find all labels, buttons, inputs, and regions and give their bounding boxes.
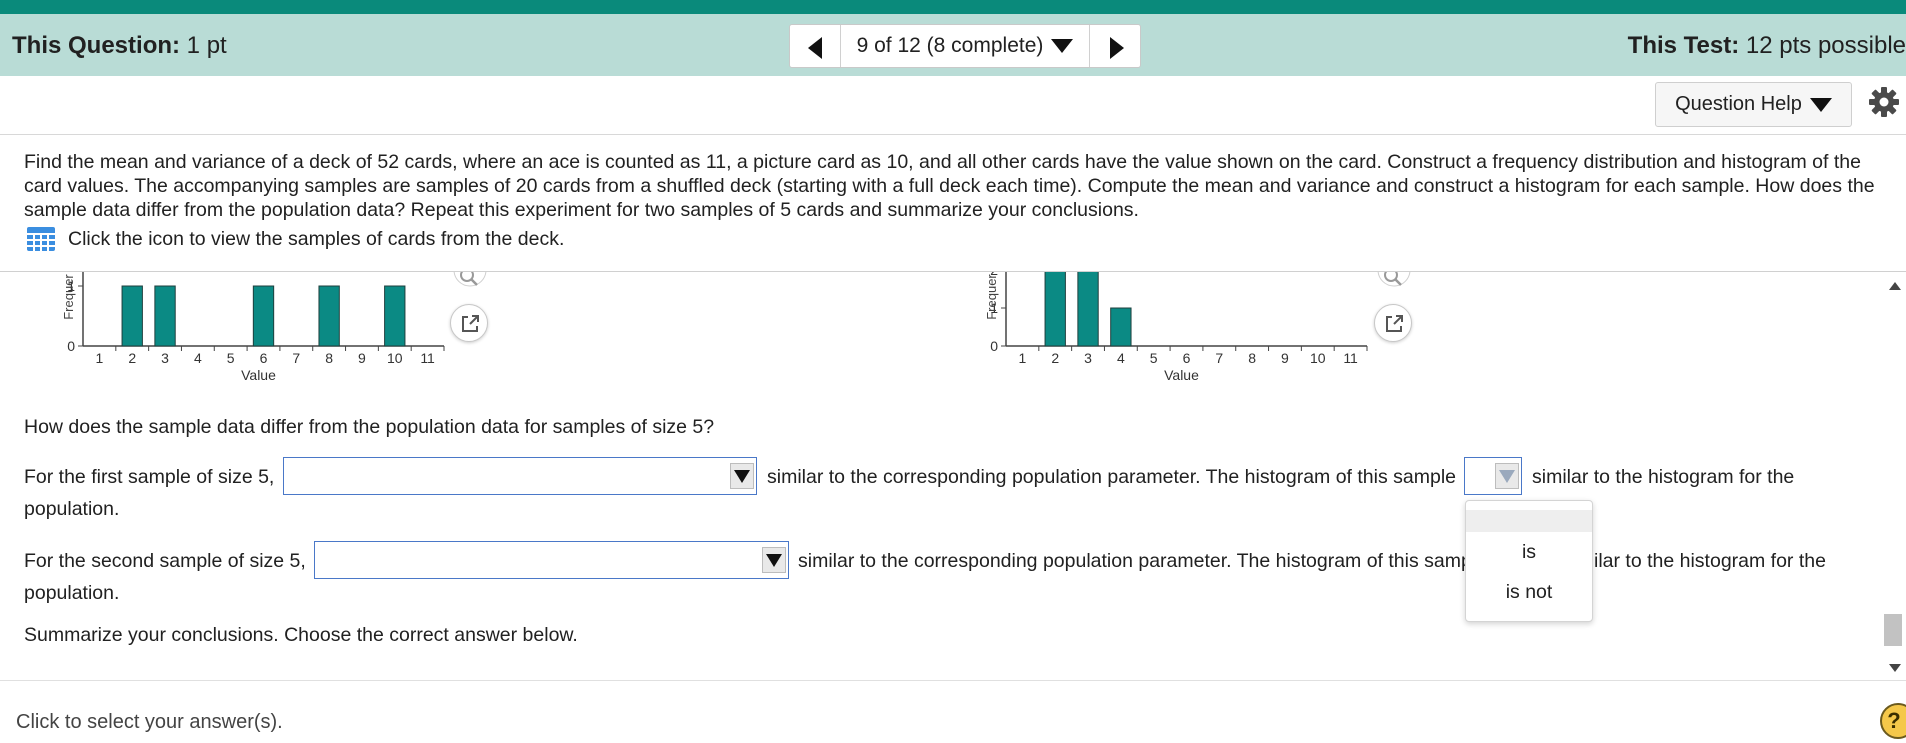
scroll-down-icon[interactable] [1889,664,1901,672]
popout-button[interactable] [1374,304,1412,342]
x-tick-label: 2 [1051,350,1059,366]
x-tick-label: 2 [128,350,136,366]
question-help-label: Question Help [1675,93,1802,115]
first-sample-prefix: For the first sample of size 5, [24,466,275,488]
data-link-label: Click the icon to view the samples of ca… [68,227,565,250]
question-prompt: Find the mean and variance of a deck of … [24,151,1875,221]
x-tick-label: 9 [1281,350,1289,366]
summarize-prompt: Summarize your conclusions. Choose the c… [24,624,578,646]
x-tick-label: 10 [387,350,403,366]
histogram-bar [121,285,143,347]
x-tick-label: 1 [1019,350,1027,366]
caret-down-icon [762,547,786,573]
dropdown-option-is-not[interactable]: is not [1466,581,1592,604]
histogram-bar [252,285,275,347]
question-progress: 9 of 12 (8 complete) [856,34,1044,57]
histogram-bar [1044,272,1066,347]
x-tick-label: 7 [292,350,300,366]
second-sample-population: population. [24,582,120,604]
popout-button[interactable] [450,304,488,342]
arrow-left-icon [808,37,822,59]
popout-icon [462,315,479,332]
divider [0,680,1906,681]
x-axis-label: Value [1164,367,1199,382]
caret-down-icon [730,463,754,489]
second-sample-hist-suffix: ilar to the histogram for the [1594,550,1826,572]
histogram-bar [1110,307,1132,347]
scroll-up-icon[interactable] [1889,282,1901,290]
first-sample-histogram-select[interactable] [1464,457,1522,495]
x-tick-label: 6 [260,350,268,366]
dropdown-blank-option[interactable] [1466,510,1592,532]
x-tick-label: 8 [1248,350,1256,366]
divider [0,134,1906,135]
question-points: This Question: 1 pt [12,32,227,60]
data-table-icon[interactable] [26,226,56,252]
x-tick-label: 9 [358,350,366,366]
x-tick-label: 10 [1310,350,1326,366]
histogram-bar [384,285,406,347]
answer-instructions: Click to select your answer(s). [16,711,283,733]
test-points: This Test: 12 pts possible [1628,32,1906,60]
data-table-link[interactable]: Click the icon to view the samples of ca… [26,226,564,252]
x-tick-label: 4 [194,350,202,366]
second-sample-parameter-select[interactable] [314,541,789,579]
x-tick-label: 5 [227,350,235,366]
caret-down-icon [1809,97,1832,112]
arrow-right-icon [1110,37,1124,59]
top-title-strip [0,0,1906,14]
first-sample-param-suffix: similar to the corresponding population … [767,466,1457,488]
zoom-icon[interactable] [1376,272,1412,290]
x-tick-label: 6 [1183,350,1191,366]
x-tick-label: 11 [420,350,435,366]
main-question: How does the sample data differ from the… [24,416,715,438]
y-axis-label: Frequer [61,274,76,320]
this-test-label: This Test: [1627,32,1740,59]
dropdown-option-is[interactable]: is [1466,541,1592,564]
caret-down-icon [1051,39,1074,53]
x-tick-label: 7 [1215,350,1223,366]
popout-icon [1386,315,1403,332]
gear-icon[interactable] [1868,86,1900,118]
histogram-bar [318,285,340,347]
y-tick-label: 0 [990,338,998,354]
this-test-value: 12 pts possible [1745,32,1906,59]
x-tick-label: 1 [96,350,104,366]
y-axis-label: Frequer [984,274,999,320]
x-tick-label: 11 [1343,350,1358,366]
x-tick-label: 4 [1117,350,1125,366]
help-symbol: ? [1887,708,1901,733]
first-sample-parameter-select[interactable] [283,457,757,495]
zoom-icon[interactable] [452,272,488,290]
histogram-dropdown-menu: is is not [1465,500,1593,622]
next-question-button[interactable] [1090,25,1140,67]
first-sample-hist-suffix: similar to the histogram for the [1532,466,1795,488]
x-tick-label: 3 [161,350,169,366]
question-help-button[interactable]: Question Help [1655,82,1852,127]
this-question-label: This Question: [12,32,180,59]
x-tick-label: 3 [1084,350,1092,366]
question-bar: This Question: 1 pt 9 of 12 (8 complete)… [0,14,1906,76]
histogram-bar [154,285,176,347]
histogram-charts: 1 2 3 4 5 6 7 8 9 10 1101ValueFrequer1 2 3 4 5 6 7 8 9 10 11… [61,272,1368,382]
second-sample-prefix: For the second sample of size 5, [24,550,306,572]
x-tick-label: 8 [325,350,333,366]
second-sample-param-suffix: similar to the corresponding population … [798,550,1472,572]
scrollbar-thumb[interactable] [1884,614,1902,646]
y-tick-label: 0 [67,338,75,354]
x-axis-label: Value [241,367,276,382]
question-selector[interactable]: 9 of 12 (8 complete) [840,25,1090,67]
this-question-value: 1 pt [186,32,227,59]
x-tick-label: 5 [1150,350,1158,366]
caret-down-icon [1495,463,1519,489]
answer-scroll-area[interactable]: 1 2 3 4 5 6 7 8 9 10 11 0 1 Value Frequer 1 2 3 4 5 6 7 8 9 10 11… [0,272,1906,680]
previous-question-button[interactable] [790,25,840,67]
question-navigator: 9 of 12 (8 complete) [789,24,1141,68]
first-sample-population: population. [24,498,120,520]
vertical-scrollbar[interactable] [1882,272,1906,680]
help-icon[interactable]: ? [1880,703,1906,739]
histogram-bar [1077,272,1099,347]
